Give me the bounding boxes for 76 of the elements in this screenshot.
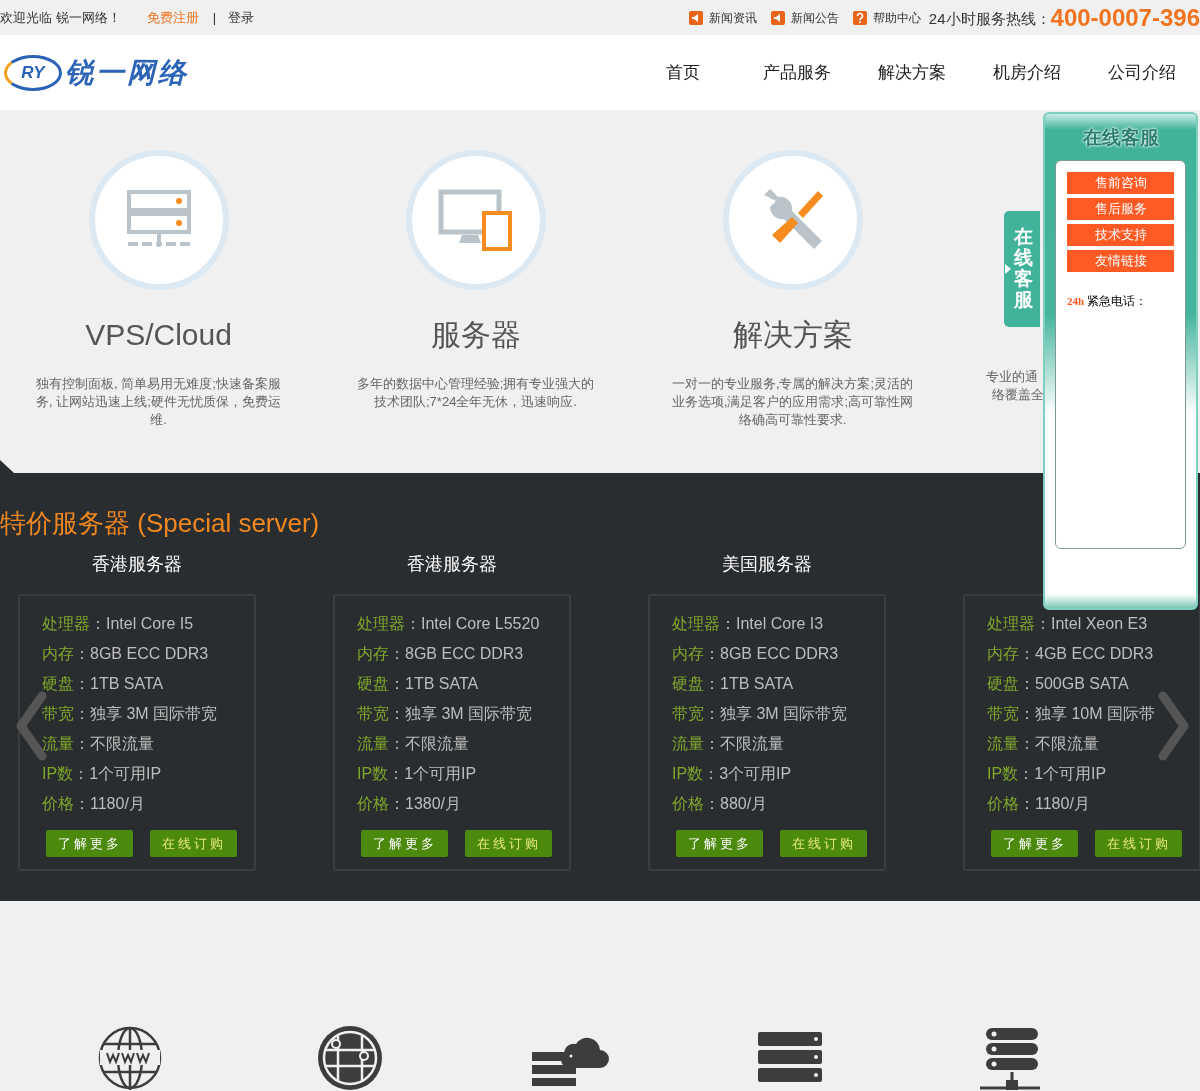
spec-row-text: 硬盘：1TB SATA [42, 674, 165, 694]
spec-row-text: 处理器：Intel Core L5520 [357, 614, 541, 634]
spec-row-text: 硬盘：1TB SATA [357, 674, 480, 694]
spec-row-text: 流量：不限流量 [987, 734, 1100, 754]
spec-row-text: 内存：8GB ECC DDR3 [672, 644, 840, 664]
spec-row-text: 价格：1180/月 [987, 794, 1091, 814]
support-button[interactable]: 售后服务 [1067, 198, 1174, 220]
spec-row-text: 价格：1380/月 [357, 794, 463, 814]
spec-row-text: 内存：8GB ECC DDR3 [42, 644, 210, 664]
spec-row-text: 处理器：Intel Core I3 [672, 614, 825, 634]
login-link[interactable]: 登录 [228, 7, 254, 28]
feature-description-fragment: 专业的通 [986, 368, 1038, 386]
nav-link[interactable]: 公司介绍 [1108, 59, 1176, 86]
top-link[interactable]: 新闻公告 [770, 8, 839, 27]
hotline-number: 400-0007-396 [1050, 2, 1200, 33]
spec-row-text: 带宽：独享 3M 国际带宽 [672, 704, 849, 724]
learn-more-button[interactable]: 了解更多 [676, 830, 763, 857]
feature-description: 多年的数据中心管理经验;拥有专业强大的技术团队;7*24全年无休，迅速响应. [355, 375, 596, 411]
feature-title: VPS/Cloud [85, 317, 232, 353]
spec-row-text: 流量：不限流量 [672, 734, 785, 754]
order-button[interactable]: 在线订购 [780, 830, 867, 857]
spec-row-text: 处理器：Intel Core I5 [42, 614, 195, 634]
spec-row-text: 硬盘：500GB SATA [987, 674, 1130, 694]
triangle-icon [1005, 264, 1011, 274]
spec-row-text: IP数：1个可用IP [987, 764, 1108, 784]
server-title: 香港服务器 [92, 552, 182, 576]
server-title: 美国服务器 [722, 552, 812, 576]
feature-description: 一对一的专业服务,专属的解决方案;灵活的业务选项,满足客户的应用需求;高可靠性网络确高可靠性要求. [670, 375, 915, 429]
spec-row-text: 内存：8GB ECC DDR3 [357, 644, 525, 664]
learn-more-button[interactable]: 了解更多 [46, 830, 133, 857]
spec-row-text: 流量：不限流量 [42, 734, 155, 754]
support-button[interactable]: 友情链接 [1067, 250, 1174, 272]
panel-title: 在线客服 [1081, 126, 1160, 150]
spec-row-text: 带宽：独享 3M 国际带宽 [357, 704, 534, 724]
learn-more-button[interactable]: 了解更多 [361, 830, 448, 857]
section-title: 特价服务器 (Special server) [0, 507, 321, 539]
spec-row-text: 价格：880/月 [672, 794, 769, 814]
spec-row-text: IP数：1个可用IP [42, 764, 163, 784]
feature-description: 独有控制面板, 简单易用无难度;快速备案服务, 让网站迅速上线;硬件无忧质保，免费运维. [35, 375, 282, 429]
order-button[interactable]: 在线订购 [150, 830, 237, 857]
monitor-tablet-icon [437, 189, 514, 251]
feature-title: 解决方案 [732, 317, 853, 353]
spec-row-text: 价格：1180/月 [42, 794, 146, 814]
nav-link[interactable]: 机房介绍 [993, 59, 1061, 86]
top-link[interactable]: 新闻资讯 [688, 8, 757, 27]
nav-link[interactable]: 解决方案 [878, 59, 946, 86]
nav-link[interactable]: 产品服务 [763, 59, 831, 86]
nav-link[interactable]: 首页 [666, 59, 700, 86]
feature-description-fragment: 络覆盖全 [992, 386, 1044, 404]
spec-row-text: 带宽：独享 3M 国际带宽 [42, 704, 219, 724]
speaker-icon [688, 10, 703, 25]
support-button[interactable]: 技术支持 [1067, 224, 1174, 246]
spec-row-text: 内存：4GB ECC DDR3 [987, 644, 1155, 664]
top-link[interactable]: 帮助中心 [852, 8, 921, 27]
learn-more-button[interactable]: 了解更多 [991, 830, 1078, 857]
register-link[interactable]: 免费注册 [146, 7, 199, 28]
feature-title: 服务器 [430, 317, 521, 353]
spec-row-text: 硬盘：1TB SATA [672, 674, 795, 694]
support-tab[interactable]: 在线客服 [1004, 211, 1040, 327]
spec-row-text: IP数：1个可用IP [357, 764, 478, 784]
logo[interactable]: RY 锐一网络 [4, 51, 189, 94]
spec-row-text: 带宽：独享 10M 国际带 [987, 704, 1156, 724]
welcome-text: 欢迎光临 锐一网络！ [0, 8, 121, 27]
hotline-label: 24小时服务热线： [928, 9, 1051, 30]
server-title: 香港服务器 [407, 552, 497, 576]
emergency-phone: 24h 紧急电话： [1067, 293, 1149, 310]
help-icon [852, 10, 867, 25]
separator: | [212, 8, 216, 27]
spec-row-text: 处理器：Intel Xeon E3 [987, 614, 1149, 634]
order-button[interactable]: 在线订购 [1095, 830, 1182, 857]
support-button[interactable]: 售前咨询 [1067, 172, 1174, 194]
order-button[interactable]: 在线订购 [465, 830, 552, 857]
spec-row-text: IP数：3个可用IP [672, 764, 793, 784]
spec-row-text: 流量：不限流量 [357, 734, 470, 754]
speaker-icon [770, 10, 785, 25]
server-icon [125, 190, 192, 250]
